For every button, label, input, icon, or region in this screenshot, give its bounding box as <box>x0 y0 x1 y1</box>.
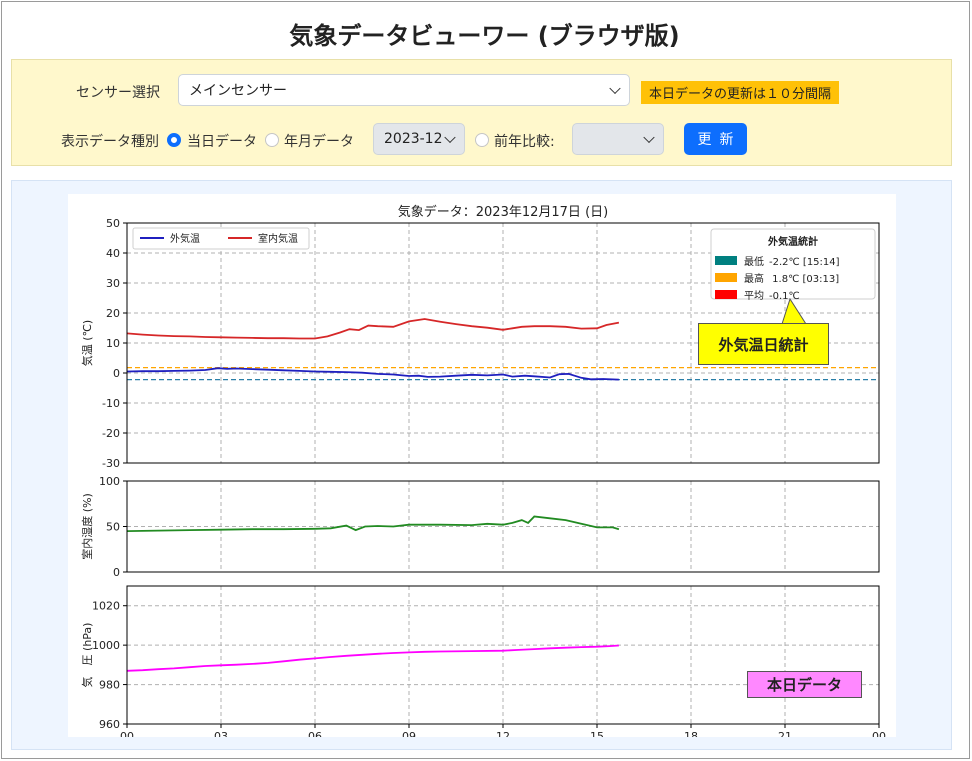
series-line-3-1 <box>126 644 619 672</box>
stats-callout: 外気温日統計 <box>698 323 829 365</box>
y-tick-label: 960 <box>99 718 120 731</box>
sensor-select-value: メインセンサー <box>189 83 287 99</box>
y-axis-label: 気温 (℃) <box>80 320 94 366</box>
y-tick-label: 40 <box>106 247 120 260</box>
chart-panel-2 <box>123 480 880 573</box>
chevron-down-icon <box>609 82 621 95</box>
page-title: 気象データビューワー (ブラウザ版) <box>289 22 680 50</box>
stats-box-title: 外気温統計 <box>767 235 818 248</box>
control-panel: センサー選択 メインセンサー 本日データの更新は１０分間隔 表示データ種別 当日… <box>11 59 952 166</box>
plot-frame <box>126 585 880 725</box>
legend-label: 室内気温 <box>258 232 298 245</box>
chart-figure: -30 -20 -10 0 10 20 30 40 50 気温 (℃) 0 50 100 室内湿度 (%)… <box>68 194 896 743</box>
y-tick-label: 10 <box>106 337 120 350</box>
stats-swatch <box>715 256 737 265</box>
stats-row-value: -2.2℃ [15:14] <box>769 257 840 268</box>
stats-row-label: 最高 <box>744 272 764 285</box>
stats-row-label: 平均 <box>744 290 764 302</box>
month-select[interactable]: 2023-12 <box>373 123 465 155</box>
x-tick-label: 12 <box>496 730 510 737</box>
x-tick-label: 18 <box>684 730 698 737</box>
callout-pointer <box>781 298 807 325</box>
x-tick-label: 00 <box>120 730 134 737</box>
y-tick-label: 980 <box>99 679 120 692</box>
x-tick-label: 09 <box>402 730 416 737</box>
data-type-label: 表示データ種別 <box>61 134 159 150</box>
today-data-tag: 本日データ <box>747 671 862 698</box>
chart-panel-3 <box>123 585 880 728</box>
radio-prev-year-label[interactable]: 前年比較: <box>494 131 555 151</box>
legend-label: 外気温 <box>170 232 200 245</box>
y-tick-label: 100 <box>99 475 120 488</box>
stats-row-label: 最低 <box>744 255 764 268</box>
y-tick-label: 50 <box>106 521 120 534</box>
y-tick-label: 30 <box>106 277 120 290</box>
y-tick-label: -20 <box>102 427 120 440</box>
x-tick-label: 15 <box>590 730 604 737</box>
sensor-select[interactable]: メインセンサー <box>178 74 630 106</box>
weather-chart: -30-20-1001020304050気温 (℃)050100室内湿度 (%)… <box>80 204 886 743</box>
y-tick-label: 0 <box>113 566 120 579</box>
radio-today-label[interactable]: 当日データ <box>187 131 257 151</box>
y-tick-label: 20 <box>106 307 120 320</box>
radio-month[interactable] <box>265 133 279 147</box>
radio-prev-year[interactable] <box>475 133 489 147</box>
stats-swatch <box>715 273 737 282</box>
update-note-badge: 本日データの更新は１０分間隔 <box>641 81 840 104</box>
x-tick-label: 06 <box>308 730 322 737</box>
y-tick-label: 1000 <box>92 639 120 652</box>
radio-month-label[interactable]: 年月データ <box>284 131 354 151</box>
stats-row-value: 1.8℃ [03:13] <box>769 274 839 285</box>
x-tick-label: 21 <box>778 730 792 737</box>
y-axis-label: 室内湿度 (%) <box>80 493 94 560</box>
chevron-down-icon <box>444 131 456 144</box>
series-line-1-2 <box>126 318 620 340</box>
y-tick-label: 1020 <box>92 600 120 613</box>
month-select-value: 2023-12 <box>384 131 443 147</box>
series-line-2-1 <box>126 515 620 532</box>
prev-year-select[interactable] <box>572 123 664 155</box>
y-axis-label: 気 圧 (hPa) <box>80 623 94 688</box>
sensor-select-label: センサー選択 <box>76 85 160 101</box>
x-tick-label: 00 <box>872 730 886 737</box>
y-tick-label: 50 <box>106 217 120 230</box>
series-line-1-1 <box>126 367 619 381</box>
radio-today[interactable] <box>167 133 181 147</box>
chart-area: -30 -20 -10 0 10 20 30 40 50 気温 (℃) 0 50 100 室内湿度 (%)… <box>11 180 952 750</box>
x-tick-label: 03 <box>214 730 228 737</box>
refresh-button[interactable]: 更新 <box>684 123 747 155</box>
stats-swatch <box>715 290 737 299</box>
y-tick-label: 0 <box>113 367 120 380</box>
chart-title: 気象データ：2023年12月17日 (日) <box>398 204 608 220</box>
chevron-down-icon <box>643 131 655 144</box>
y-tick-label: -30 <box>102 457 120 470</box>
y-tick-label: -10 <box>102 397 120 410</box>
